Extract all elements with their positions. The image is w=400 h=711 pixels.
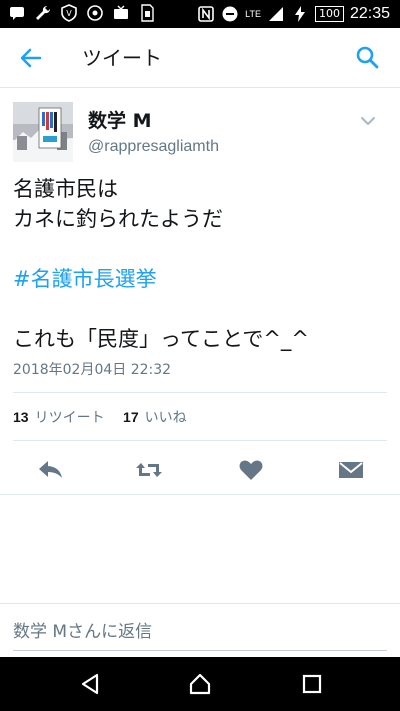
nav-back-button[interactable] (78, 672, 102, 696)
tweet-line: カネに釣られたようだ (13, 207, 223, 231)
tweet-actions (0, 450, 400, 490)
retweet-icon (136, 463, 162, 477)
minus-circle-icon (221, 5, 239, 23)
chevron-down-icon (361, 117, 375, 125)
reply-button[interactable] (36, 456, 66, 484)
status-bar: V LTE 100 22:35 (0, 0, 400, 28)
hashtag-link[interactable]: #名護市長選挙 (13, 264, 387, 294)
sim-icon (138, 4, 156, 22)
wrench-icon (34, 4, 52, 22)
signal-icon (267, 5, 285, 23)
search-icon (356, 46, 379, 69)
heart-icon (239, 460, 263, 480)
user-handle[interactable]: @rappresagliamth (88, 136, 219, 158)
reply-icon (39, 461, 62, 478)
shield-icon: V (60, 4, 78, 22)
avatar[interactable] (13, 102, 73, 162)
battery-icon: 100 (314, 6, 344, 22)
tweet-options-button[interactable] (360, 112, 376, 125)
tweet-stats: 13 リツイート 17 いいね (13, 407, 201, 428)
retweet-count: 13 (13, 409, 29, 425)
like-label: いいね (144, 410, 187, 426)
back-button[interactable] (18, 45, 44, 71)
charging-icon (291, 5, 309, 23)
nfc-icon (197, 5, 215, 23)
navigation-bar (0, 657, 400, 711)
triangle-back-icon (81, 673, 99, 695)
status-bar-left: V (8, 4, 156, 22)
like-button[interactable] (236, 456, 266, 484)
direct-message-button[interactable] (336, 456, 366, 484)
tweet-line: 名護市民は (13, 177, 118, 201)
tv-icon (112, 4, 130, 22)
app-bar: ツイート (0, 28, 400, 88)
tweet-timestamp: 2018年02月04日 22:32 (13, 362, 172, 378)
retweet-button[interactable] (134, 456, 164, 484)
svg-text:V: V (66, 9, 72, 18)
sync-icon (86, 4, 104, 22)
retweet-label: リツイート (34, 410, 105, 426)
like-stat[interactable]: 17 いいね (123, 409, 187, 426)
divider (0, 494, 400, 495)
nav-recents-button[interactable] (300, 672, 324, 696)
display-name[interactable]: 数学 M (88, 109, 152, 133)
tweet-spacer (13, 234, 387, 264)
tweet-spacer (13, 294, 387, 324)
search-button[interactable] (354, 44, 380, 70)
reply-input[interactable]: 数学 Mさんに返信 (13, 620, 152, 644)
tweet-text: 名護市民は カネに釣られたようだ #名護市長選挙 これも「民度」ってことで^_^ (13, 174, 387, 354)
status-bar-right: LTE 100 22:35 (197, 4, 390, 24)
home-icon (189, 673, 211, 695)
clock: 22:35 (349, 5, 390, 22)
network-type: LTE (245, 9, 261, 19)
like-count: 17 (123, 409, 139, 425)
divider (13, 392, 387, 393)
page-title: ツイート (82, 46, 162, 70)
nav-home-button[interactable] (188, 672, 212, 696)
arrow-left-icon (20, 48, 42, 68)
divider (13, 440, 387, 441)
tweet-line: これも「民度」ってことで^_^ (13, 327, 310, 351)
message-icon (8, 4, 26, 22)
reply-input-underline (13, 650, 387, 651)
dm-icon (339, 462, 363, 478)
reply-composer[interactable]: 数学 Mさんに返信 (0, 604, 400, 656)
square-icon (302, 674, 322, 694)
retweet-stat[interactable]: 13 リツイート (13, 409, 109, 426)
